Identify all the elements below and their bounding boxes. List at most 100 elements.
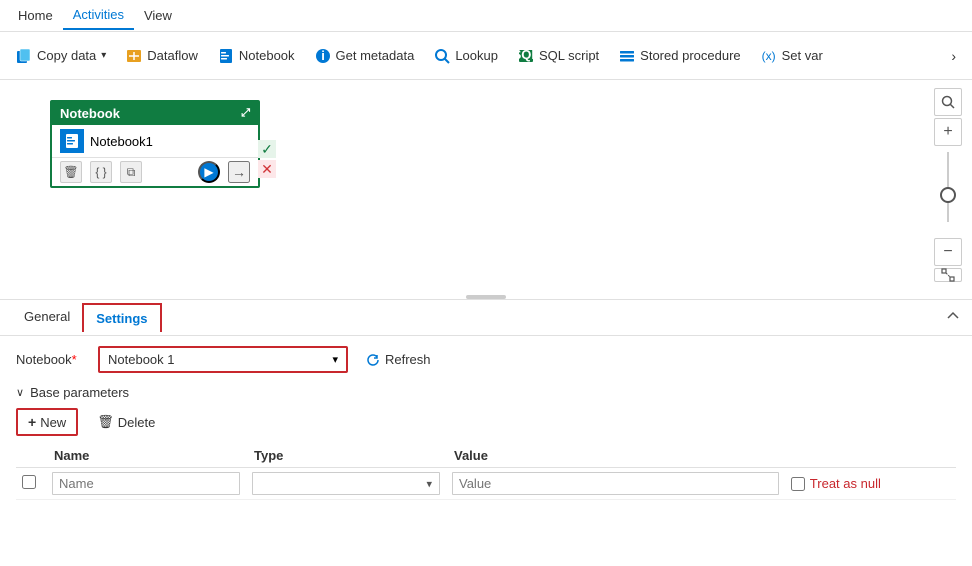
activity-card-header: Notebook ⤢	[52, 102, 258, 125]
notebook-button[interactable]: Notebook	[210, 44, 303, 68]
zoom-controls: + −	[934, 88, 962, 282]
stored-procedure-label: Stored procedure	[640, 48, 740, 63]
base-parameters-section[interactable]: ∨ Base parameters	[16, 385, 956, 400]
copy-data-dropdown-icon: ▾	[101, 50, 106, 61]
dropdown-chevron-icon: ▾	[332, 353, 338, 366]
base-parameters-label: Base parameters	[30, 385, 129, 400]
nav-activities[interactable]: Activities	[63, 1, 134, 30]
code-activity-button[interactable]: { }	[90, 161, 112, 183]
notebook-field-label: Notebook*	[16, 352, 86, 367]
copy-data-label: Copy data	[37, 48, 96, 63]
copy-activity-button[interactable]: ⧉	[120, 161, 142, 183]
notebook-dropdown[interactable]: Notebook 1 ▾	[98, 346, 348, 373]
new-plus-icon: +	[28, 414, 36, 430]
row-value-input[interactable]	[452, 472, 779, 495]
sql-icon: SQL	[518, 48, 534, 64]
table-row: String Int Float Bool Array Object	[16, 468, 956, 500]
params-table: Name Type Value	[16, 444, 956, 500]
row-checkbox-cell	[16, 468, 46, 500]
delete-button-label: Delete	[118, 415, 156, 430]
zoom-slider-thumb[interactable]	[940, 187, 956, 203]
more-button[interactable]: ›	[943, 44, 964, 68]
resize-handle[interactable]	[466, 295, 506, 299]
status-x-icon: ✕	[258, 160, 276, 178]
set-variable-label: Set var	[782, 48, 823, 63]
lookup-label: Lookup	[455, 48, 498, 63]
nav-home[interactable]: Home	[8, 2, 63, 29]
stored-proc-icon	[619, 48, 635, 64]
zoom-search-button[interactable]	[934, 88, 962, 116]
row-type-select[interactable]: String Int Float Bool Array Object	[252, 472, 440, 495]
zoom-out-button[interactable]: −	[934, 238, 962, 266]
activity-card-body: Notebook1	[52, 125, 258, 158]
treat-null-label[interactable]: Treat as null	[810, 476, 881, 491]
dataflow-icon	[126, 48, 142, 64]
info-icon: i	[315, 48, 331, 64]
canvas-inner[interactable]: Notebook ⤢ Notebook1 🗑 { } ⧉	[0, 80, 972, 299]
row-value-cell	[446, 468, 785, 500]
row-checkbox[interactable]	[22, 475, 36, 489]
svg-text:SQL: SQL	[518, 48, 534, 62]
new-button-label: New	[40, 415, 66, 430]
sql-script-label: SQL script	[539, 48, 599, 63]
col-action	[785, 444, 956, 468]
get-metadata-label: Get metadata	[336, 48, 415, 63]
tab-settings[interactable]: Settings	[82, 303, 161, 332]
run-activity-button[interactable]: ▶	[198, 161, 220, 183]
panel-content: Notebook* Notebook 1 ▾ Refresh ∨ Base pa…	[0, 336, 972, 566]
stored-procedure-button[interactable]: Stored procedure	[611, 44, 748, 68]
delete-trash-icon: 🗑	[97, 414, 114, 430]
treat-null-container: Treat as null	[791, 476, 950, 491]
set-variable-button[interactable]: (x) Set var	[753, 44, 831, 68]
delete-activity-button[interactable]: 🗑	[60, 161, 82, 183]
notebook-dropdown-value: Notebook 1	[108, 352, 175, 367]
refresh-button[interactable]: Refresh	[360, 348, 437, 371]
action-row: + New 🗑 Delete	[16, 408, 956, 436]
collapse-panel-button[interactable]	[946, 309, 960, 326]
tab-general[interactable]: General	[12, 303, 82, 332]
row-type-cell: String Int Float Bool Array Object	[246, 468, 446, 500]
get-metadata-button[interactable]: i Get metadata	[307, 44, 423, 68]
next-activity-button[interactable]: →	[228, 161, 250, 183]
required-marker: *	[72, 352, 77, 367]
toolbar: Copy data ▾ Dataflow Notebook i	[0, 32, 972, 80]
section-chevron-icon: ∨	[16, 386, 24, 399]
top-nav: Home Activities View	[0, 0, 972, 32]
activity-card-title: Notebook	[60, 106, 120, 121]
lookup-button[interactable]: Lookup	[426, 44, 506, 68]
notebook-toolbar-label: Notebook	[239, 48, 295, 63]
row-type-select-wrapper: String Int Float Bool Array Object	[252, 472, 440, 495]
sql-script-button[interactable]: SQL SQL script	[510, 44, 607, 68]
refresh-icon	[366, 353, 380, 367]
dataflow-button[interactable]: Dataflow	[118, 44, 206, 68]
status-icons: ✓ ✕	[258, 140, 276, 178]
copy-data-button[interactable]: Copy data ▾	[8, 44, 114, 68]
notebook-card-icon	[60, 129, 84, 153]
new-button[interactable]: + New	[16, 408, 78, 436]
col-select	[16, 444, 46, 468]
col-value: Value	[446, 444, 785, 468]
more-icon: ›	[951, 48, 956, 64]
activity-card-footer: 🗑 { } ⧉ ▶ →	[52, 158, 258, 186]
panel-tabs: General Settings	[0, 300, 972, 336]
dataflow-label: Dataflow	[147, 48, 198, 63]
lookup-icon	[434, 48, 450, 64]
zoom-fit-button[interactable]	[934, 268, 962, 282]
svg-text:i: i	[321, 48, 325, 63]
treat-null-checkbox[interactable]	[791, 477, 805, 491]
refresh-label: Refresh	[385, 352, 431, 367]
table-header-row: Name Type Value	[16, 444, 956, 468]
activity-card-expand-icon: ⤢	[241, 107, 250, 120]
activity-item-name: Notebook1	[90, 134, 153, 149]
copy-data-icon	[16, 48, 32, 64]
variable-icon: (x)	[761, 48, 777, 64]
bottom-panel: General Settings Notebook* Notebook 1 ▾	[0, 300, 972, 566]
col-type: Type	[246, 444, 446, 468]
zoom-in-button[interactable]: +	[934, 118, 962, 146]
row-name-input[interactable]	[52, 472, 240, 495]
activity-card[interactable]: Notebook ⤢ Notebook1 🗑 { } ⧉	[50, 100, 260, 188]
delete-button[interactable]: 🗑 Delete	[86, 409, 166, 435]
nav-view[interactable]: View	[134, 2, 182, 29]
row-name-cell	[46, 468, 246, 500]
status-check-icon: ✓	[258, 140, 276, 158]
